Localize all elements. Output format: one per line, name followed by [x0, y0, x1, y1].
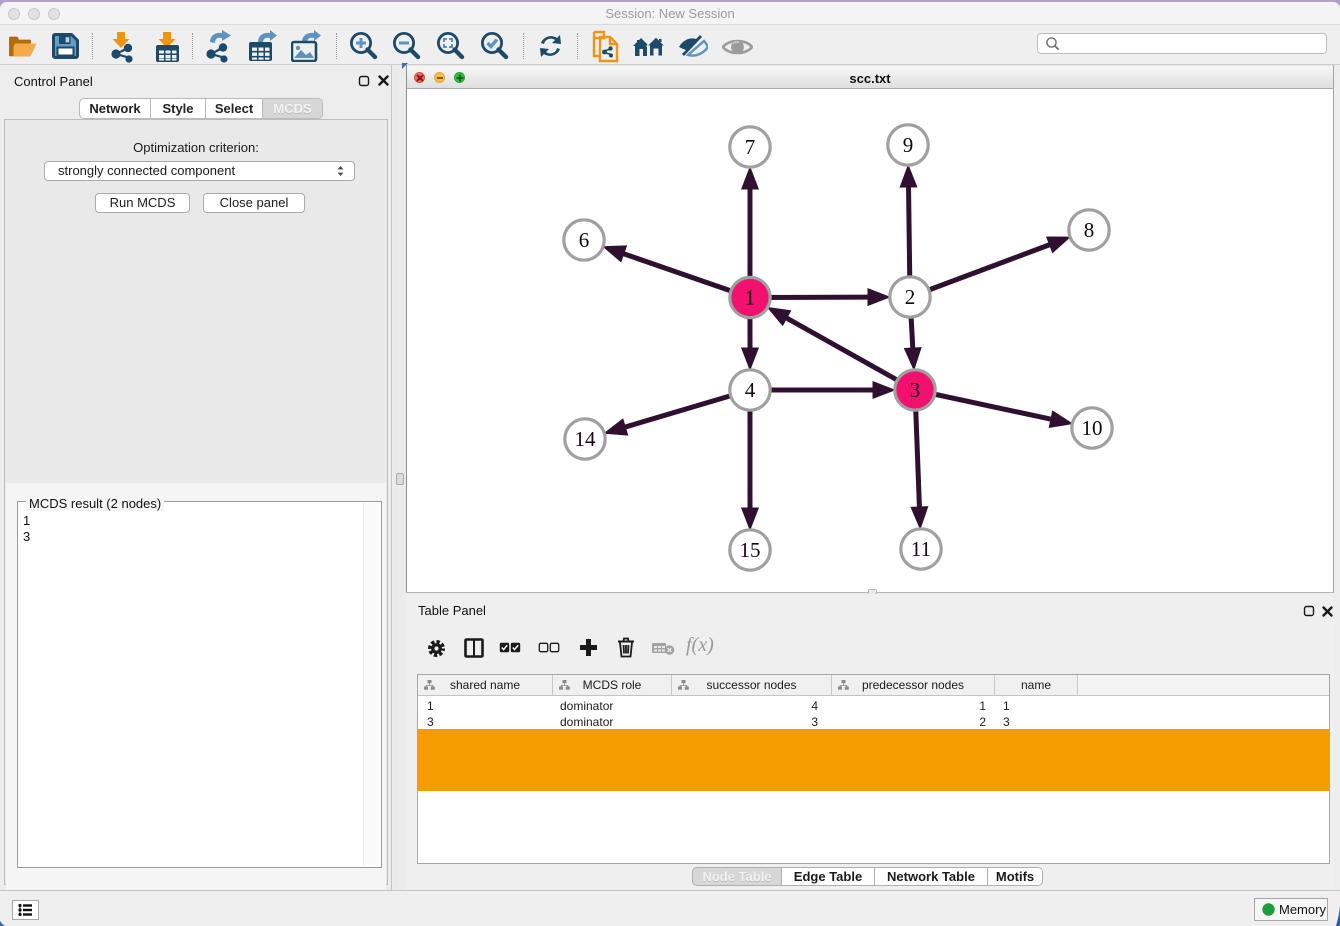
svg-text:3: 3	[910, 378, 921, 402]
svg-text:8: 8	[1084, 218, 1095, 242]
svg-text:7: 7	[745, 135, 756, 159]
svg-text:2: 2	[905, 285, 916, 309]
svg-text:15: 15	[740, 538, 761, 562]
svg-text:11: 11	[911, 537, 931, 561]
svg-text:9: 9	[903, 133, 914, 157]
svg-text:1: 1	[745, 286, 756, 310]
svg-text:10: 10	[1082, 416, 1103, 440]
svg-text:14: 14	[575, 427, 597, 451]
svg-text:6: 6	[579, 228, 590, 252]
svg-text:4: 4	[745, 378, 756, 402]
